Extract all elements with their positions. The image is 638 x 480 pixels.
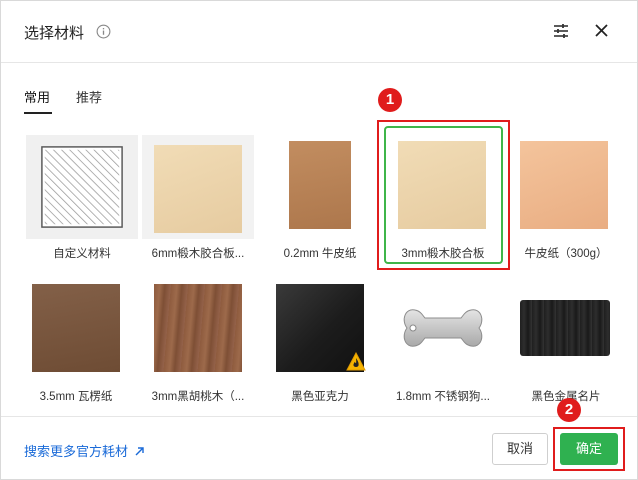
tab-recommended[interactable]: 推荐 <box>76 87 102 106</box>
material-dialog: 选择材料 常用 推荐 自定义材料 6mm椴木胶合板... 0.2mm 牛皮纸 3… <box>0 0 638 480</box>
kraft-light-swatch <box>520 141 608 229</box>
material-label: 3.5mm 瓦楞纸 <box>39 391 113 403</box>
annotation-badge-1: 1 <box>378 88 402 112</box>
cancel-button[interactable]: 取消 <box>492 433 548 465</box>
annotation-box-1 <box>377 120 510 270</box>
search-more-link-text: 搜索更多官方耗材 <box>24 444 129 459</box>
tab-common[interactable]: 常用 <box>24 87 50 106</box>
kraft-swatch <box>289 141 351 229</box>
info-circle-icon[interactable] <box>96 24 111 39</box>
material-thumb <box>20 278 132 382</box>
material-thumb <box>387 278 499 382</box>
sliders-icon[interactable] <box>552 22 570 40</box>
material-thumb <box>264 278 376 382</box>
material-thumb <box>142 278 254 382</box>
annotation-badge-2: 2 <box>557 398 581 422</box>
search-more-link[interactable]: 搜索更多官方耗材 <box>24 441 145 460</box>
material-thumb <box>264 135 376 239</box>
material-card-black-acrylic[interactable]: 黑色亚克力 <box>259 274 381 406</box>
fire-warning-icon <box>346 352 366 371</box>
material-card-6mm-basswood[interactable]: 6mm椴木胶合板... <box>137 131 259 263</box>
external-arrow-icon <box>135 447 144 456</box>
basswood-swatch <box>154 145 242 233</box>
custom-material-icon <box>41 146 123 228</box>
metal-card-swatch <box>520 300 610 356</box>
footer-divider <box>1 416 637 417</box>
material-label: 黑色亚克力 <box>291 391 349 403</box>
material-thumb <box>510 135 622 239</box>
material-card-walnut[interactable]: 3mm黑胡桃木（... <box>137 274 259 406</box>
active-tab-indicator <box>24 112 52 114</box>
cardboard-swatch <box>32 284 120 372</box>
material-label: 3mm黑胡桃木（... <box>151 391 245 403</box>
material-label: 6mm椴木胶合板... <box>151 248 245 260</box>
close-icon[interactable] <box>594 23 609 38</box>
material-card-cardboard[interactable]: 3.5mm 瓦楞纸 <box>15 274 137 406</box>
material-card-steel-tag[interactable]: 1.8mm 不锈钢狗... <box>382 274 504 406</box>
material-card-kraft-0.2mm[interactable]: 0.2mm 牛皮纸 <box>259 131 381 263</box>
material-card-kraft-300g[interactable]: 牛皮纸（300g） <box>505 131 627 263</box>
material-thumb <box>26 135 138 239</box>
dog-tag-image <box>403 309 483 347</box>
material-label: 0.2mm 牛皮纸 <box>283 248 357 260</box>
material-label: 牛皮纸（300g） <box>524 248 608 260</box>
material-thumb <box>142 135 254 239</box>
dialog-header: 选择材料 <box>1 1 637 63</box>
walnut-swatch <box>154 284 242 372</box>
material-label: 1.8mm 不锈钢狗... <box>396 391 490 403</box>
material-card-black-metal-card[interactable]: 黑色金属名片 <box>505 274 627 406</box>
material-label: 自定义材料 <box>53 248 111 260</box>
dialog-title: 选择材料 <box>24 25 85 42</box>
material-thumb <box>510 278 622 382</box>
annotation-box-2 <box>553 427 625 471</box>
material-card-custom[interactable]: 自定义材料 <box>21 131 143 263</box>
